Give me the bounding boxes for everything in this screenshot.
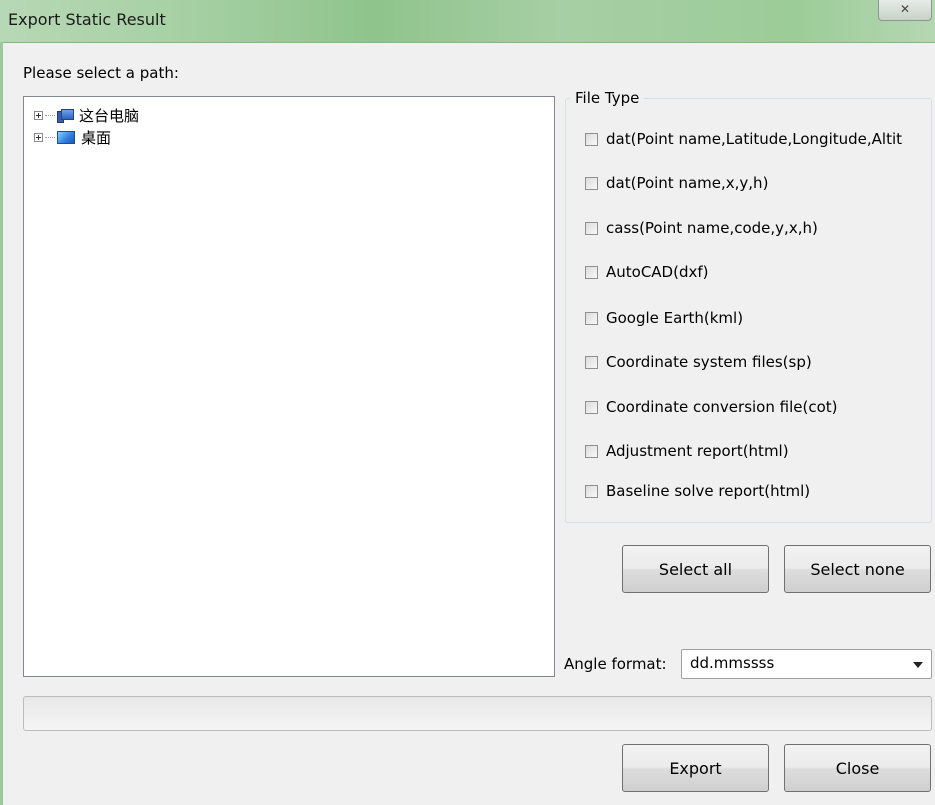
expand-icon[interactable] [34, 132, 43, 142]
file-type-option[interactable]: dat(Point name,Latitude,Longitude,Altit [585, 130, 902, 148]
close-button[interactable]: Close [784, 744, 931, 792]
checkbox[interactable] [585, 400, 598, 414]
folder-tree[interactable]: 这台电脑 桌面 [23, 96, 555, 677]
file-type-option[interactable]: Baseline solve report(html) [585, 482, 810, 500]
checkbox-label: Adjustment report(html) [606, 442, 789, 460]
progress-bar [23, 696, 932, 731]
angle-format-value: dd.mmssss [690, 654, 775, 672]
checkbox[interactable] [585, 176, 598, 190]
export-button[interactable]: Export [622, 744, 769, 792]
angle-format-label: Angle format: [564, 655, 667, 673]
checkbox[interactable] [585, 265, 598, 279]
checkbox-label: Google Earth(kml) [606, 309, 744, 327]
file-type-option[interactable]: dat(Point name,x,y,h) [585, 174, 768, 192]
checkbox[interactable] [585, 311, 598, 325]
file-type-option[interactable]: Adjustment report(html) [585, 442, 789, 460]
window-border [0, 42, 3, 805]
checkbox[interactable] [585, 132, 598, 146]
file-type-option[interactable]: Coordinate conversion file(cot) [585, 398, 838, 416]
checkbox-label: Baseline solve report(html) [606, 482, 811, 500]
computer-icon [57, 108, 74, 123]
window-title: Export Static Result [8, 10, 166, 29]
select-all-button[interactable]: Select all [622, 545, 769, 593]
file-type-option[interactable]: cass(Point name,code,y,x,h) [585, 219, 818, 237]
expand-icon[interactable] [34, 110, 43, 120]
checkbox[interactable] [585, 355, 598, 369]
checkbox-label: cass(Point name,code,y,x,h) [606, 219, 818, 237]
tree-item-this-pc[interactable]: 这台电脑 [34, 105, 139, 125]
checkbox[interactable] [585, 221, 598, 235]
file-type-option[interactable]: Google Earth(kml) [585, 309, 743, 327]
close-window-icon[interactable]: ✕ [878, 0, 932, 21]
desktop-icon [57, 130, 75, 144]
path-label: Please select a path: [23, 64, 179, 82]
checkbox-label: Coordinate conversion file(cot) [606, 398, 838, 416]
file-type-legend: File Type [570, 89, 645, 107]
angle-format-select[interactable]: dd.mmssss [681, 649, 932, 679]
file-type-option[interactable]: AutoCAD(dxf) [585, 263, 709, 281]
file-type-option[interactable]: Coordinate system files(sp) [585, 353, 812, 371]
checkbox-label: Coordinate system files(sp) [606, 353, 812, 371]
checkbox[interactable] [585, 444, 598, 458]
checkbox-label: dat(Point name,Latitude,Longitude,Altit [606, 130, 903, 148]
tree-item-label: 这台电脑 [79, 106, 140, 125]
tree-item-desktop[interactable]: 桌面 [34, 127, 111, 147]
tree-item-label: 桌面 [81, 128, 112, 147]
select-none-button[interactable]: Select none [784, 545, 931, 593]
checkbox-label: AutoCAD(dxf) [606, 263, 709, 281]
title-bar: Export Static Result ✕ [0, 0, 935, 43]
checkbox[interactable] [585, 484, 598, 498]
checkbox-label: dat(Point name,x,y,h) [606, 174, 769, 192]
chevron-down-icon[interactable] [913, 662, 923, 668]
